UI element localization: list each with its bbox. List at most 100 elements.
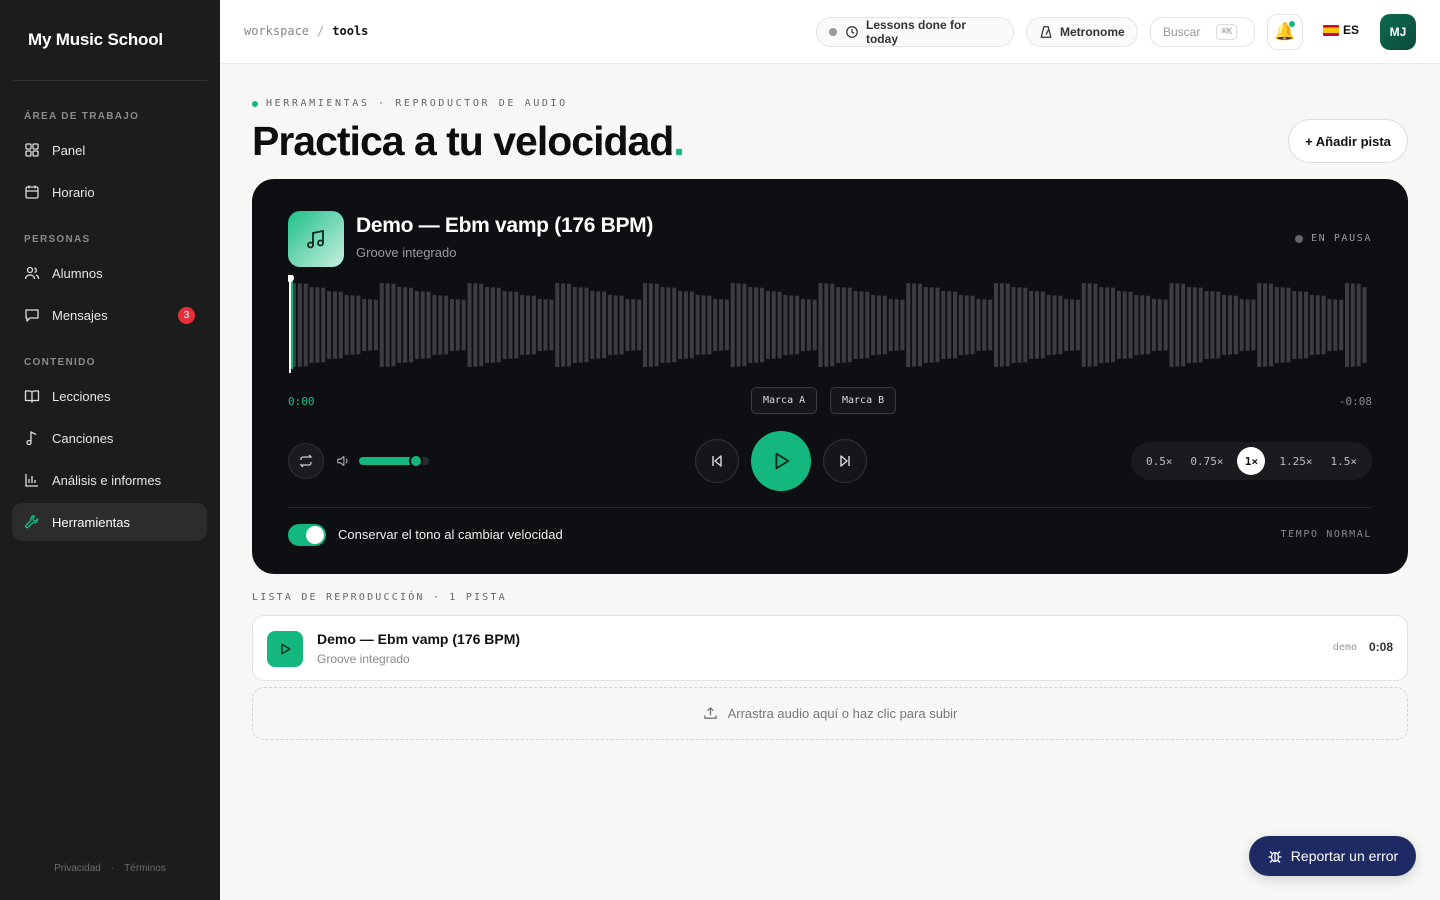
speed-option-0.75[interactable]: 0.75× [1186,447,1227,475]
speed-option-1[interactable]: 1× [1237,447,1266,475]
waveform-bar [1111,287,1115,363]
speed-option-0.5[interactable]: 0.5× [1142,447,1177,475]
speed-option-1.25[interactable]: 1.25× [1275,447,1316,475]
footer-separator: · [110,863,115,874]
sidebar-item-mensajes[interactable]: Mensajes 3 [12,296,207,334]
waveform-bar [1046,295,1051,355]
waveform-bar [812,299,817,351]
waveform-bar [1105,287,1110,363]
volume-icon [337,456,348,466]
book-icon [24,388,40,404]
waveform-bar [742,283,747,367]
speed-option-1.5[interactable]: 1.5× [1326,447,1361,475]
sidebar-item-alumnos[interactable]: Alumnos [12,254,207,292]
waveform-bar [912,283,917,367]
waveform-bar [397,287,402,363]
playhead-handle[interactable] [288,275,294,282]
brand-name[interactable]: My Music School [28,30,163,50]
player-divider [288,507,1372,508]
page-title-text: Practica a tu velocidad [252,118,674,164]
avatar[interactable]: MJ [1380,14,1416,50]
waveform-bar [1087,283,1092,367]
waveform-bar [1286,287,1291,363]
waveform-bar [338,291,343,359]
marker-a-button[interactable]: Marca A [751,387,818,414]
upload-dropzone[interactable]: Arrastra audio aquí o haz clic para subi… [252,687,1408,740]
sidebar-item-label: Panel [52,142,86,158]
waveform-bar [982,299,987,351]
lessons-done-label: Lessons done for today [865,18,966,46]
waveform-bar [1093,283,1098,367]
terms-link[interactable]: Términos [124,863,166,874]
volume-slider[interactable] [359,454,429,468]
waveform[interactable] [288,275,1372,375]
waveform-bar [1052,295,1057,355]
waveform-bar [648,283,653,367]
sidebar-item-label: Alumnos [52,265,103,281]
waveform-bar [1099,287,1104,363]
waveform-bar [953,291,958,359]
waveform-bar [1327,299,1332,351]
next-button[interactable] [823,439,867,483]
page-eyebrow: HERRAMIENTAS · REPRODUCTOR DE AUDIO [252,98,568,109]
eyebrow-text: HERRAMIENTAS · REPRODUCTOR DE AUDIO [266,98,568,109]
previous-button[interactable] [695,439,739,483]
playlist-row[interactable]: Demo — Ebm vamp (176 BPM) Groove integra… [252,615,1408,681]
waveform-bar [994,283,998,367]
marker-b-button[interactable]: Marca B [830,387,897,414]
waveform-bar [678,291,683,359]
waveform-bar [332,291,337,359]
privacy-link[interactable]: Privacidad [54,863,101,874]
language-code: ES [1343,23,1360,37]
upload-icon [703,706,717,719]
waveform-bar [707,295,712,355]
playhead-line[interactable] [289,277,291,373]
add-track-button[interactable]: + Añadir pista [1288,119,1408,163]
breadcrumb-root[interactable]: workspace [244,24,309,38]
breadcrumb-current: tools [332,24,369,38]
sidebar-item-herramientas[interactable]: Herramientas [12,503,207,541]
waveform-bar [1005,283,1010,367]
waveform-bar [836,287,841,363]
waveform-bar [1070,299,1075,351]
sidebar-item-analisis[interactable]: Análisis e informes [12,461,207,499]
search-input[interactable]: Buscar ⌘K [1150,17,1255,47]
waveform-bar [1187,287,1192,363]
skip-forward-icon [840,455,850,467]
waveform-bar [502,291,507,359]
waveform-bar [771,291,776,359]
eyebrow-dot [252,100,258,107]
waveform-bar [566,283,571,367]
waveform-bar [549,299,554,351]
play-button[interactable] [751,431,811,491]
waveform-bar [438,295,443,355]
metronome-pill[interactable]: Metronome [1026,17,1138,47]
waveform-bar [572,287,577,363]
waveform-bar [1064,299,1069,351]
track-play-button[interactable] [267,631,303,667]
player-track-subtitle: Groove integrado [356,245,457,260]
report-bug-button[interactable]: Reportar un error [1249,836,1416,876]
preserve-pitch-toggle[interactable] [288,524,326,546]
notifications-button[interactable]: 🔔 [1267,14,1303,50]
waveform-bar [935,287,940,363]
sidebar-item-canciones[interactable]: Canciones [12,419,207,457]
waveform-bar [508,291,513,359]
lessons-done-pill[interactable]: Lessons done for today [816,17,1014,47]
volume-handle[interactable] [409,454,424,468]
status-dot [829,28,837,36]
music-notes-icon [307,229,324,249]
waveform-bar [1274,287,1279,363]
waveform-bar [473,283,478,367]
sidebar-item-lecciones[interactable]: Lecciones [12,377,207,415]
waveform-bar [1251,299,1256,351]
sidebar-item-panel[interactable]: Panel [12,131,207,169]
waveform-bar [643,283,647,367]
waveform-bar [1309,295,1314,355]
sidebar-item-horario[interactable]: Horario [12,173,207,211]
sidebar-divider [12,80,207,81]
waveform-bar [362,299,367,351]
loop-button[interactable] [288,443,324,479]
language-selector[interactable]: ES [1323,23,1359,37]
waveform-bar [789,295,794,355]
